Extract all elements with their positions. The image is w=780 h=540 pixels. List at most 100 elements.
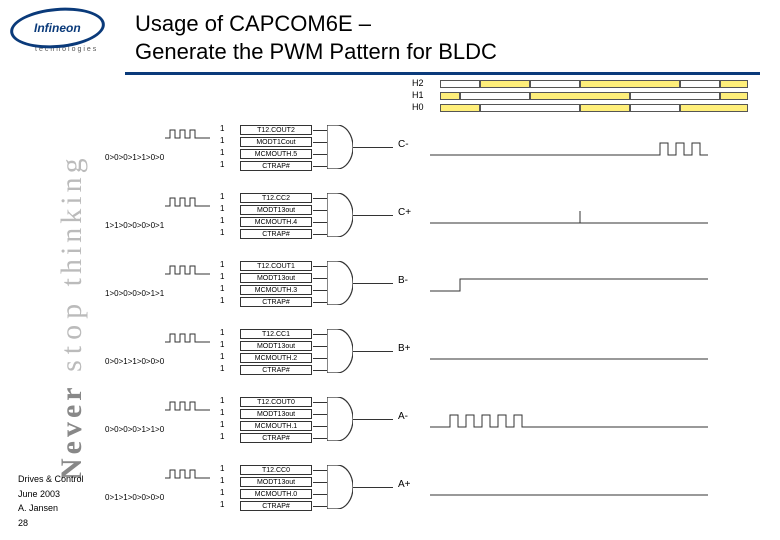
- input-value: 1: [220, 124, 224, 133]
- input-pulses: [165, 399, 210, 417]
- gate-block-Aminus: T12.COUT01MODT13out1MCMOUTH.11CTRAP#1A-0…: [110, 397, 760, 465]
- equation-line: 0>1>1>0>0>0>0: [105, 493, 164, 502]
- output-label: C-: [398, 139, 409, 150]
- slide-footer: Drives & Control June 2003 A. Jansen 28: [18, 472, 84, 530]
- hall-h0-label: H0: [412, 102, 424, 112]
- input-value: 1: [220, 192, 224, 201]
- equation-line: 0>0>1>1>0>0>0: [105, 357, 164, 366]
- input-value: 1: [220, 340, 224, 349]
- input-value: 1: [220, 216, 224, 225]
- pwm-diagram: H2 H1 H0 T12.COUT2 1 MODT1Cout 1 MCMOUTH.5 1 C…: [110, 80, 760, 535]
- equation-line: 0>0>0>0>1>1>0: [105, 425, 164, 434]
- logo-text: Infineon: [34, 21, 81, 35]
- output-waveform: [430, 411, 710, 431]
- signal-box: MODT13out: [240, 273, 312, 283]
- output-label: A+: [398, 479, 411, 490]
- hall-h0-row: H0: [440, 104, 750, 112]
- gate-block-Cminus: T12.COUT21MODT1Cout1MCMOUTH.51CTRAP#1C-0…: [110, 125, 760, 193]
- equation-line: 1>1>0>0>0>0>1: [105, 221, 164, 230]
- input-value: 1: [220, 136, 224, 145]
- input-pulses: [165, 331, 210, 349]
- hall-h2-row: H2: [440, 80, 750, 88]
- input-value: 1: [220, 396, 224, 405]
- title-line-1: Usage of CAPCOM6E –: [135, 10, 497, 38]
- signal-box: MCMOUTH.5: [240, 149, 312, 159]
- input-value: 1: [220, 160, 224, 169]
- output-label: C+: [398, 207, 411, 218]
- input-value: 1: [220, 432, 224, 441]
- hall-h1-label: H1: [412, 90, 424, 100]
- gate-block-Cplus: T12.CC21MODT13out1MCMOUTH.41CTRAP#1C+1>1…: [110, 193, 760, 261]
- slogan-stop: stop: [55, 298, 88, 372]
- page-title: Usage of CAPCOM6E – Generate the PWM Pat…: [135, 10, 497, 65]
- sidebar-slogan: Never stop thinking: [55, 154, 89, 480]
- and-gate-icon: [327, 125, 353, 169]
- gate-block-Aplus: T12.CC01MODT13out1MCMOUTH.01CTRAP#1A+0>1…: [110, 465, 760, 533]
- signal-box: MCMOUTH.1: [240, 421, 312, 431]
- input-value: 1: [220, 352, 224, 361]
- and-gate-icon: [327, 261, 353, 305]
- signal-box: MCMOUTH.2: [240, 353, 312, 363]
- input-pulses: [165, 195, 210, 213]
- signal-box: MCMOUTH.0: [240, 489, 312, 499]
- input-value: 1: [220, 228, 224, 237]
- output-waveform: [430, 275, 710, 295]
- input-pulses: [165, 127, 210, 145]
- slogan-thinking: thinking: [55, 154, 88, 286]
- hall-h1-row: H1: [440, 92, 750, 100]
- input-value: 1: [220, 408, 224, 417]
- input-pulses: [165, 263, 210, 281]
- equation-line: 0>0>0>1>1>0>0: [105, 153, 164, 162]
- output-waveform: [430, 139, 710, 159]
- input-value: 1: [220, 488, 224, 497]
- gate-block-Bminus: T12.COUT11MODT13out1MCMOUTH.31CTRAP#1B-1…: [110, 261, 760, 329]
- signal-box: CTRAP#: [240, 365, 312, 375]
- signal-box: T12.COUT1: [240, 261, 312, 271]
- input-value: 1: [220, 420, 224, 429]
- signal-box: MODT1Cout: [240, 137, 312, 147]
- output-waveform: [430, 479, 710, 499]
- signal-box: CTRAP#: [240, 297, 312, 307]
- output-label: B+: [398, 343, 411, 354]
- input-value: 1: [220, 464, 224, 473]
- input-value: 1: [220, 328, 224, 337]
- signal-box: MCMOUTH.3: [240, 285, 312, 295]
- gate-block-Bplus: T12.CC11MODT13out1MCMOUTH.21CTRAP#1B+0>0…: [110, 329, 760, 397]
- signal-box: CTRAP#: [240, 501, 312, 511]
- input-value: 1: [220, 148, 224, 157]
- title-line-2: Generate the PWM Pattern for BLDC: [135, 38, 497, 66]
- input-value: 1: [220, 364, 224, 373]
- signal-box: MODT13out: [240, 477, 312, 487]
- footer-dept: Drives & Control: [18, 472, 84, 486]
- input-value: 1: [220, 204, 224, 213]
- and-gate-icon: [327, 397, 353, 441]
- input-value: 1: [220, 284, 224, 293]
- signal-box: T12.COUT2: [240, 125, 312, 135]
- footer-author: A. Jansen: [18, 501, 84, 515]
- signal-box: CTRAP#: [240, 229, 312, 239]
- output-label: B-: [398, 275, 408, 286]
- and-gate-icon: [327, 465, 353, 509]
- output-waveform: [430, 207, 710, 227]
- input-value: 1: [220, 260, 224, 269]
- signal-box: MCMOUTH.4: [240, 217, 312, 227]
- signal-box: MODT13out: [240, 205, 312, 215]
- slogan-never: Never: [55, 383, 88, 480]
- signal-box: T12.CC2: [240, 193, 312, 203]
- equation-line: 1>0>0>0>0>1>1: [105, 289, 164, 298]
- input-value: 1: [220, 296, 224, 305]
- hall-h2-label: H2: [412, 78, 424, 88]
- footer-date: June 2003: [18, 487, 84, 501]
- input-pulses: [165, 467, 210, 485]
- input-value: 1: [220, 500, 224, 509]
- title-underline: [125, 72, 760, 75]
- output-label: A-: [398, 411, 408, 422]
- signal-box: MODT13out: [240, 409, 312, 419]
- signal-box: CTRAP#: [240, 161, 312, 171]
- company-logo: Infineon technologies: [10, 8, 105, 53]
- input-value: 1: [220, 272, 224, 281]
- and-gate-icon: [327, 193, 353, 237]
- output-waveform: [430, 343, 710, 363]
- input-value: 1: [220, 476, 224, 485]
- signal-box: T12.CC0: [240, 465, 312, 475]
